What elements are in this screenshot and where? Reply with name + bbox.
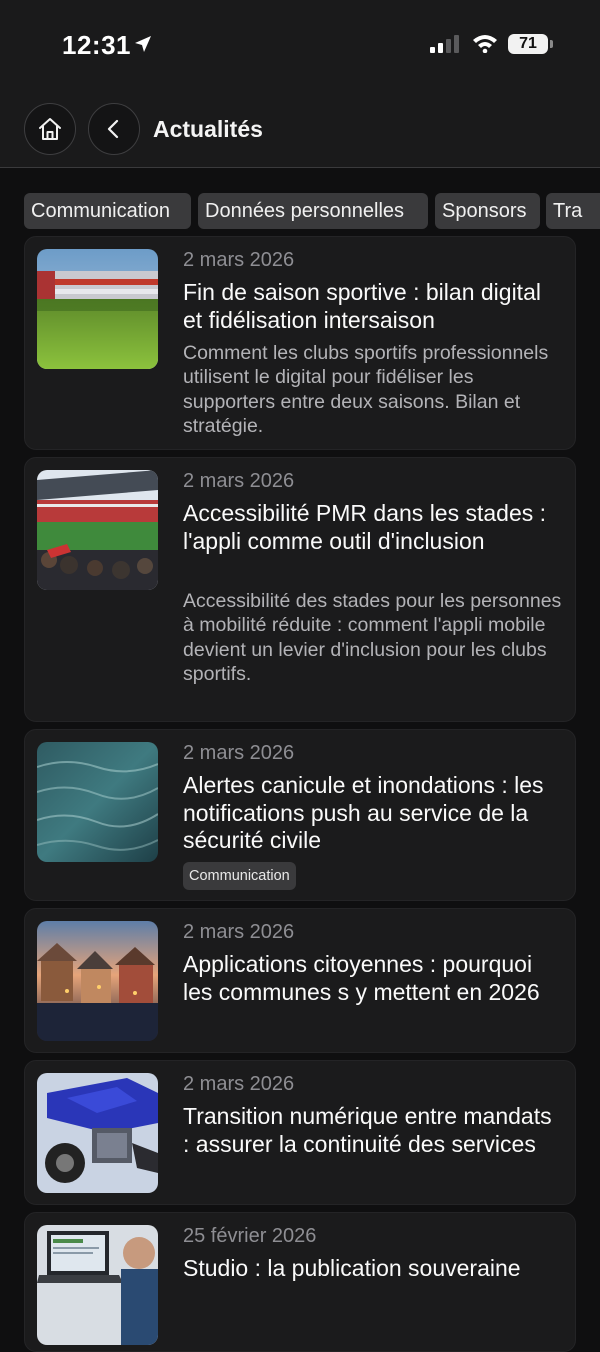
app-header: Actualités xyxy=(0,92,600,168)
wifi-icon xyxy=(473,35,497,53)
article-card[interactable]: 2 mars 2026 Accessibilité PMR dans les s… xyxy=(24,457,576,722)
article-title: Accessibilité PMR dans les stades : l'ap… xyxy=(183,500,547,554)
filter-chip-sponsors[interactable]: Sponsors xyxy=(435,193,540,229)
article-card[interactable]: 2 mars 2026 Applications citoyennes : po… xyxy=(24,908,576,1053)
home-icon xyxy=(39,118,61,140)
chevron-left-icon xyxy=(107,119,119,139)
cellular-signal-icon xyxy=(430,35,459,53)
article-thumbnail xyxy=(37,742,158,862)
article-date: 2 mars 2026 xyxy=(183,921,295,943)
location-arrow-icon xyxy=(135,36,151,52)
filter-chip-partial[interactable]: Tra xyxy=(546,193,600,229)
article-title: Applications citoyennes : pourquoi les c… xyxy=(183,951,540,1005)
article-card[interactable]: 2 mars 2026 Fin de saison sportive : bil… xyxy=(24,236,576,450)
article-thumbnail xyxy=(37,1225,158,1345)
article-title: Fin de saison sportive : bilan digital e… xyxy=(183,279,541,333)
category-filter-bar: Communication Données personnelles Spons… xyxy=(0,193,600,229)
article-description: Accessibilité des stades pour les person… xyxy=(183,590,562,686)
status-bar: 12:31 71 xyxy=(0,0,600,92)
article-date: 2 mars 2026 xyxy=(183,1073,295,1095)
article-date: 2 mars 2026 xyxy=(183,742,295,764)
category-tag: Communication xyxy=(183,862,296,890)
home-button[interactable] xyxy=(24,103,76,155)
filter-chip-donnees-personnelles[interactable]: Données personnelles xyxy=(198,193,428,229)
article-title: Studio : la publication souveraine xyxy=(183,1255,521,1281)
article-thumbnail xyxy=(37,249,158,369)
article-card[interactable]: 2 mars 2026 Alertes canicule et inondati… xyxy=(24,729,576,901)
article-title: Alertes canicule et inondations : les no… xyxy=(183,772,544,853)
status-time: 12:31 xyxy=(62,30,131,60)
article-card[interactable]: 25 février 2026 Studio : la publication … xyxy=(24,1212,576,1352)
article-date: 2 mars 2026 xyxy=(183,249,295,271)
article-description: Comment les clubs sportifs professionnel… xyxy=(183,342,549,438)
article-title: Transition numérique entre mandats : ass… xyxy=(183,1103,552,1157)
article-card[interactable]: 2 mars 2026 Transition numérique entre m… xyxy=(24,1060,576,1205)
article-thumbnail xyxy=(37,1073,158,1193)
filter-chip-communication[interactable]: Communication xyxy=(24,193,191,229)
battery-indicator: 71 xyxy=(508,34,553,54)
article-date: 2 mars 2026 xyxy=(183,470,295,492)
page-title: Actualités xyxy=(153,116,263,142)
article-thumbnail xyxy=(37,921,158,1041)
back-button[interactable] xyxy=(88,103,140,155)
article-thumbnail xyxy=(37,470,158,590)
article-date: 25 février 2026 xyxy=(183,1225,317,1247)
